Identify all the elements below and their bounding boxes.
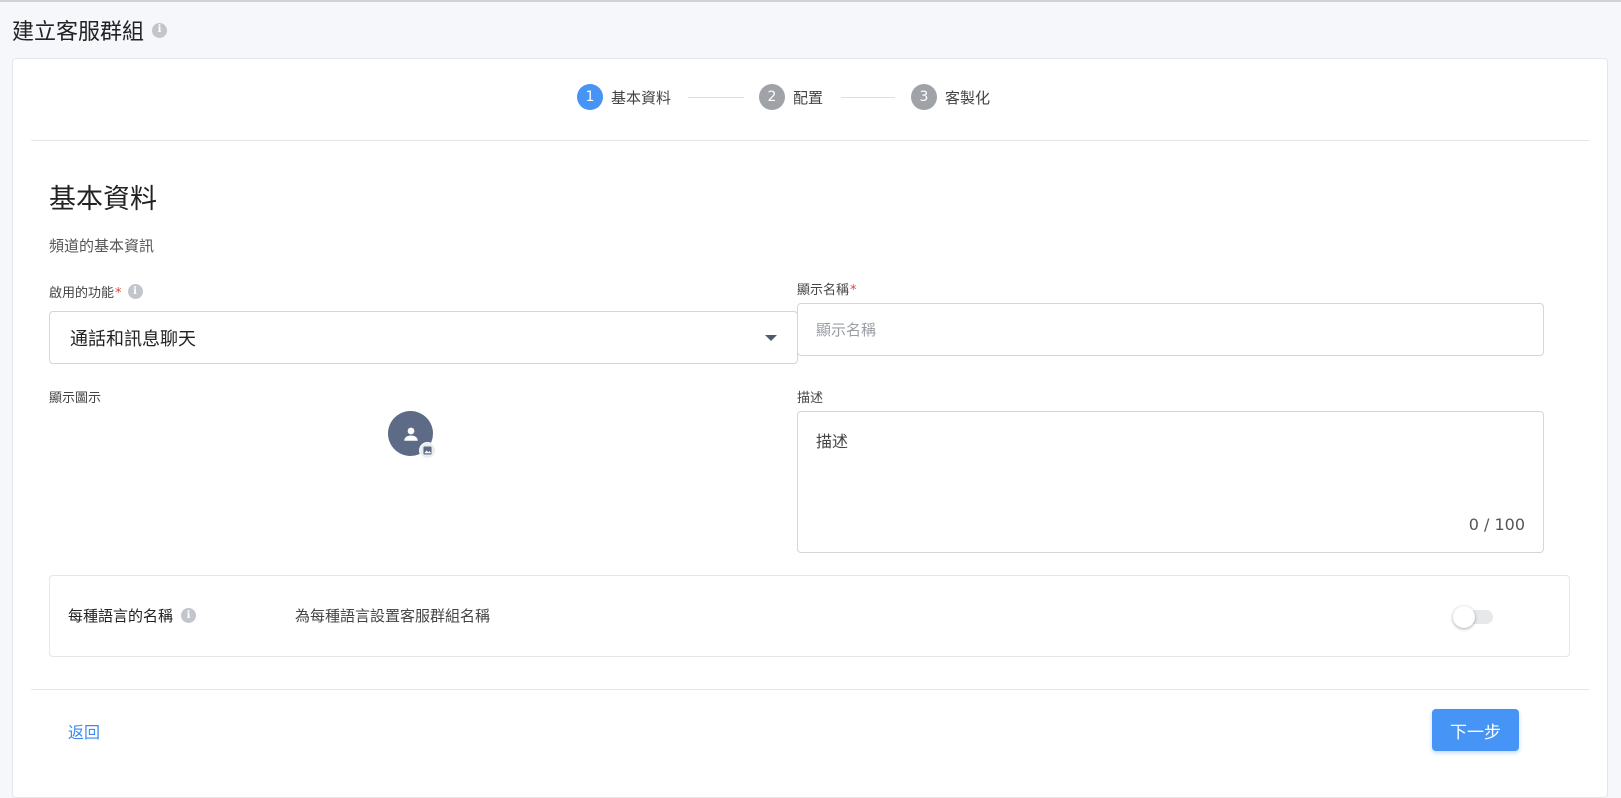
display-name-input[interactable]: [797, 303, 1544, 356]
step-customization[interactable]: 3 客製化: [911, 83, 990, 111]
features-label: 啟用的功能* i: [49, 282, 143, 301]
image-icon: [419, 442, 436, 459]
description-label: 描述: [797, 387, 823, 406]
display-icon-label-text: 顯示圖示: [49, 391, 102, 406]
avatar-upload[interactable]: [388, 411, 436, 459]
features-select[interactable]: 通話和訊息聊天: [49, 311, 798, 364]
language-names-title: 每種語言的名稱 i: [68, 605, 197, 626]
language-names-toggle[interactable]: [1453, 606, 1493, 628]
divider: [31, 689, 1589, 690]
page-header: 建立客服群組 i: [12, 14, 168, 46]
step-label: 配置: [793, 88, 824, 107]
required-mark: *: [850, 283, 857, 298]
caret-down-icon: [765, 334, 777, 341]
description-textarea[interactable]: [816, 428, 1516, 498]
language-names-title-text: 每種語言的名稱: [68, 607, 174, 625]
step-label: 基本資料: [611, 88, 672, 107]
section-subtitle: 頻道的基本資訊: [49, 237, 155, 255]
section-title: 基本資料: [49, 184, 157, 215]
step-number: 1: [577, 84, 603, 110]
back-button[interactable]: 返回: [68, 719, 100, 743]
language-names-description: 為每種語言設置客服群組名稱: [295, 607, 491, 625]
required-mark: *: [115, 286, 122, 301]
display-icon-label: 顯示圖示: [49, 387, 101, 406]
step-basic-info[interactable]: 1 基本資料: [577, 83, 671, 111]
toggle-thumb: [1453, 606, 1475, 628]
info-icon[interactable]: i: [127, 284, 143, 299]
step-label: 客製化: [945, 88, 991, 107]
divider: [31, 140, 1589, 141]
info-icon[interactable]: i: [181, 608, 197, 623]
top-border: [0, 0, 1621, 2]
features-label-text: 啟用的功能: [49, 286, 115, 301]
form-card: 1 基本資料 2 配置 3 客製化 基本資料 頻道的基本資訊 啟用的功能* i …: [12, 58, 1608, 798]
language-names-row: 每種語言的名稱 i 為每種語言設置客服群組名稱: [49, 575, 1570, 657]
next-button[interactable]: 下一步: [1432, 709, 1519, 751]
step-number: 2: [759, 84, 785, 110]
step-connector: [841, 97, 895, 98]
user-icon: [403, 427, 418, 441]
character-counter: 0 / 100: [1468, 515, 1525, 534]
description-field: 0 / 100: [797, 411, 1544, 553]
step-configuration[interactable]: 2 配置: [759, 83, 823, 111]
stepper: 1 基本資料 2 配置 3 客製化: [13, 83, 1607, 115]
features-select-value: 通話和訊息聊天: [70, 328, 196, 350]
page-title: 建立客服群組: [12, 20, 145, 45]
step-connector: [688, 97, 744, 98]
description-label-text: 描述: [797, 391, 824, 406]
display-name-label-text: 顯示名稱: [797, 283, 850, 298]
display-name-label: 顯示名稱*: [797, 279, 857, 298]
info-icon[interactable]: i: [152, 22, 168, 38]
step-number: 3: [911, 84, 937, 110]
